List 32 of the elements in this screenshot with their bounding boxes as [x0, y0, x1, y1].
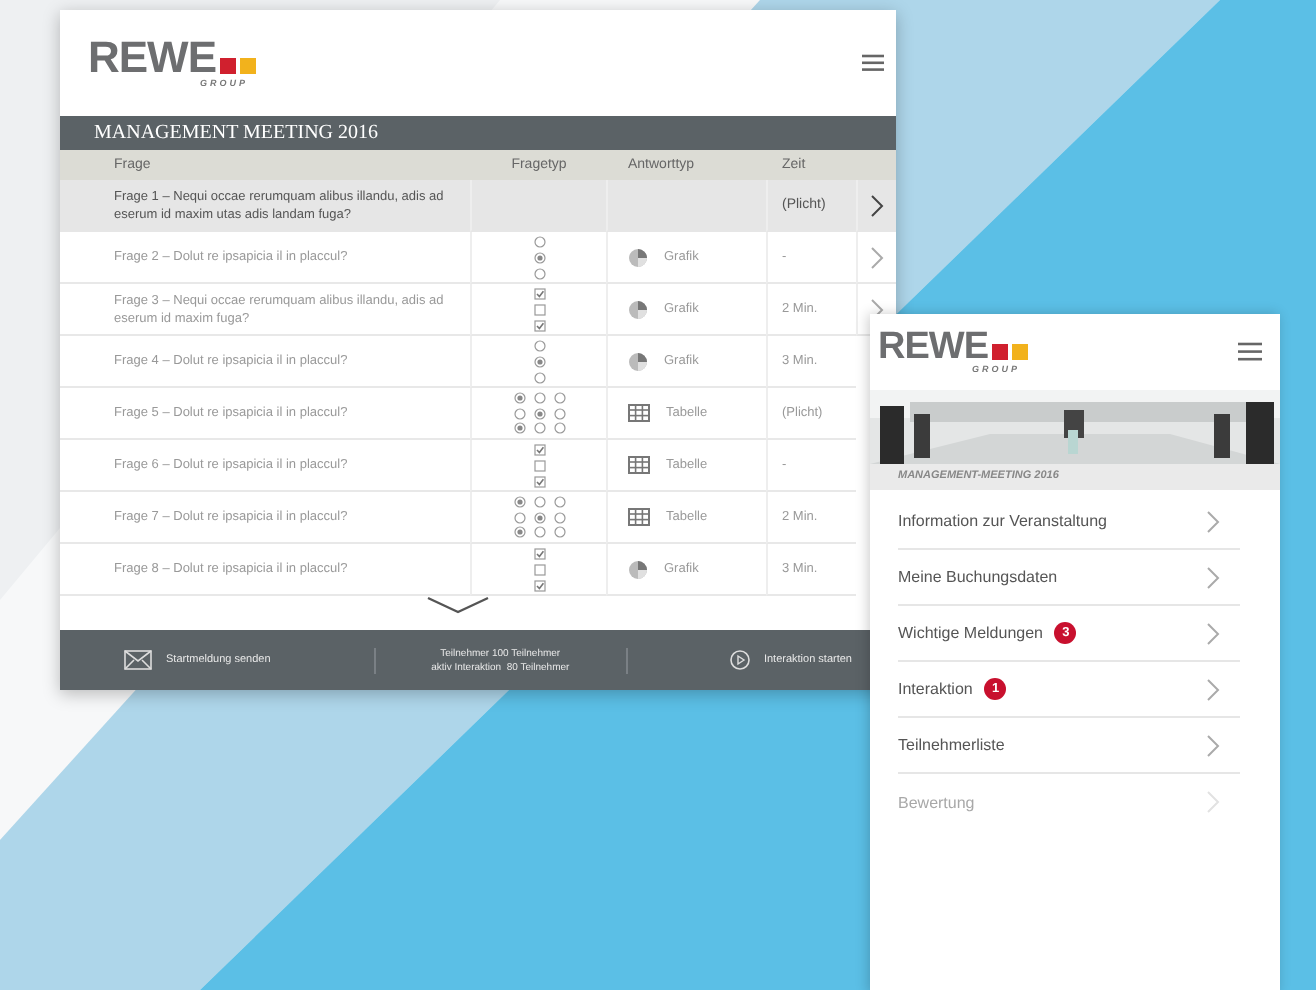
logo-squares-icon [220, 58, 256, 74]
play-icon [729, 650, 750, 670]
menu-icon[interactable] [1238, 342, 1262, 362]
menu-item-label: Wichtige Meldungen [898, 624, 1043, 642]
chevron-right-icon [1206, 677, 1220, 701]
chevron-right-icon [1206, 733, 1220, 757]
table-icon [628, 508, 650, 526]
menu-item-label: Teilnehmerliste [898, 736, 1005, 754]
menu-item[interactable]: Information zur Veranstaltung [898, 494, 1240, 550]
menu-item-label: Bewertung [898, 793, 975, 811]
pie-chart-icon [628, 559, 648, 579]
pie-chart-icon [628, 299, 648, 319]
table-icon [628, 456, 650, 474]
chevron-right-icon [1206, 621, 1220, 645]
menu-item-label: Interaktion [898, 680, 973, 698]
menu-item-label: Meine Buchungsdaten [898, 568, 1058, 586]
menu-item[interactable]: Teilnehmerliste [898, 718, 1240, 774]
envelope-icon [124, 650, 152, 670]
pie-chart-icon [628, 351, 648, 371]
chevron-down-icon [426, 596, 490, 614]
chevron-right-icon [1206, 565, 1220, 589]
menu-item[interactable]: Meine Buchungsdaten [898, 550, 1240, 606]
logo-wordmark: REWE [88, 38, 216, 78]
menu-icon[interactable] [862, 54, 884, 72]
logo-wordmark: REWE [878, 330, 988, 364]
menu-item-label: Information zur Veranstaltung [898, 512, 1108, 530]
pie-chart-icon [628, 247, 648, 267]
table-icon [628, 404, 650, 422]
meeting-title-bar: MANAGEMENT MEETING 2016 [60, 116, 896, 150]
logo-squares-icon [992, 344, 1028, 360]
chevron-right-icon [1206, 790, 1220, 814]
chevron-right-icon [1206, 509, 1220, 533]
